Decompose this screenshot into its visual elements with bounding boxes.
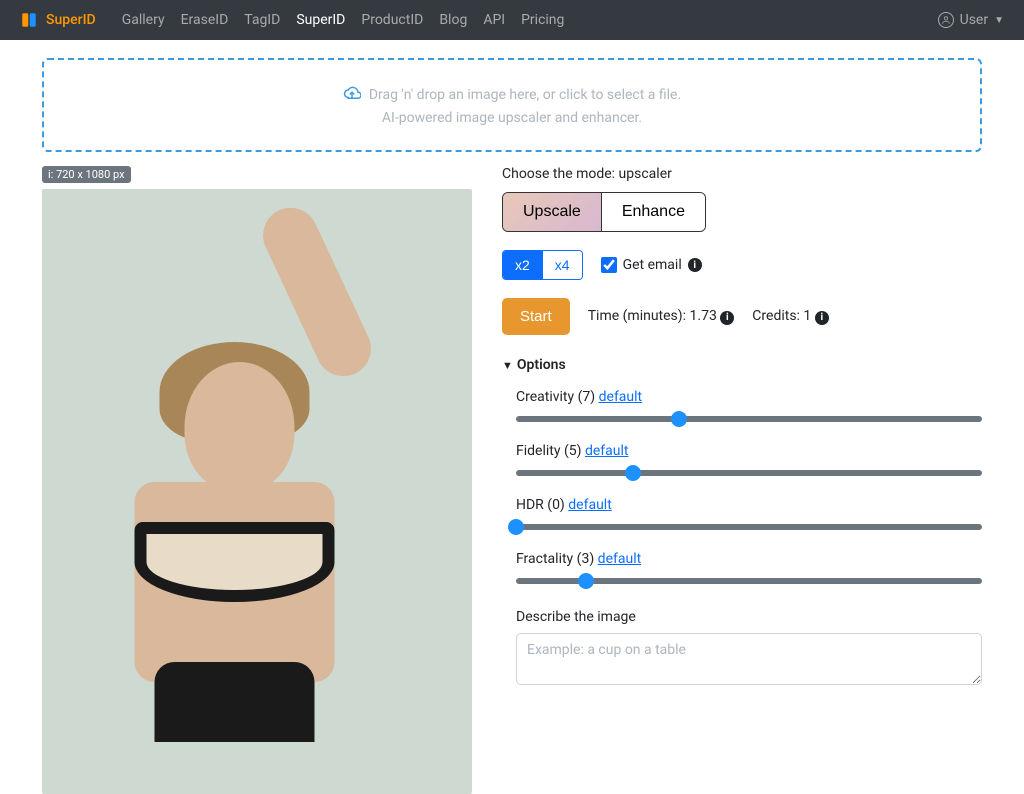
- option-fidelity: Fidelity (5) default: [502, 443, 982, 481]
- credits-info: Credits: 1 i: [752, 308, 828, 325]
- caret-down-icon: ▼: [994, 15, 1004, 26]
- info-icon[interactable]: i: [688, 258, 702, 272]
- option-hdr: HDR (0) default: [502, 497, 982, 535]
- scale-toggle: x2x4: [502, 250, 583, 280]
- fractality-default-link[interactable]: default: [598, 551, 642, 567]
- user-menu[interactable]: User ▼: [938, 12, 1004, 28]
- dropzone[interactable]: Drag 'n' drop an image here, or click to…: [42, 58, 982, 152]
- options-toggle[interactable]: Options: [502, 357, 982, 373]
- image-dimensions-badge: i: 720 x 1080 px: [42, 166, 131, 183]
- start-button[interactable]: Start: [502, 298, 570, 335]
- user-label: User: [960, 12, 988, 28]
- dropzone-text-1: Drag 'n' drop an image here, or click to…: [369, 87, 681, 103]
- nav-link-gallery[interactable]: Gallery: [114, 12, 173, 28]
- navbar: SuperID GalleryEraseIDTagIDSuperIDProduc…: [0, 0, 1024, 40]
- info-icon[interactable]: i: [720, 311, 734, 325]
- nav-link-api[interactable]: API: [475, 12, 513, 28]
- nav-link-tagid[interactable]: TagID: [236, 12, 288, 28]
- fractality-label: Fractality (3) default: [516, 551, 982, 567]
- nav-link-productid[interactable]: ProductID: [353, 12, 431, 28]
- navbar-left: SuperID GalleryEraseIDTagIDSuperIDProduc…: [20, 11, 572, 29]
- image-preview: [42, 189, 472, 794]
- hdr-label: HDR (0) default: [516, 497, 982, 513]
- hdr-slider-thumb[interactable]: [508, 519, 524, 535]
- mode-prompt: Choose the mode: upscaler: [502, 166, 982, 182]
- dropzone-text-2: AI-powered image upscaler and enhancer.: [54, 110, 970, 126]
- fidelity-slider-thumb[interactable]: [625, 465, 641, 481]
- email-label: Get email: [623, 257, 682, 273]
- nav-link-superid[interactable]: SuperID: [288, 12, 353, 28]
- describe-input[interactable]: [516, 633, 982, 685]
- brand-name[interactable]: SuperID: [46, 12, 96, 28]
- nav-link-blog[interactable]: Blog: [431, 12, 475, 28]
- hdr-default-link[interactable]: default: [568, 497, 612, 513]
- creativity-default-link[interactable]: default: [599, 389, 643, 405]
- cloud-upload-icon: [343, 84, 361, 106]
- fidelity-default-link[interactable]: default: [585, 443, 629, 459]
- get-email-checkbox[interactable]: Get email i: [601, 257, 702, 273]
- mode-toggle: UpscaleEnhance: [502, 192, 706, 232]
- fractality-slider-thumb[interactable]: [578, 573, 594, 589]
- describe-label: Describe the image: [502, 609, 982, 625]
- fractality-slider[interactable]: [516, 573, 982, 589]
- fidelity-label: Fidelity (5) default: [516, 443, 982, 459]
- scale-x2-button[interactable]: x2: [503, 251, 542, 279]
- scale-x4-button[interactable]: x4: [542, 251, 582, 279]
- email-checkbox-input[interactable]: [601, 257, 617, 273]
- info-icon[interactable]: i: [815, 311, 829, 325]
- user-icon: [938, 12, 954, 28]
- option-creativity: Creativity (7) default: [502, 389, 982, 427]
- option-fractality: Fractality (3) default: [502, 551, 982, 589]
- mode-upscale-button[interactable]: Upscale: [503, 193, 601, 231]
- brand-logo-icon: [20, 11, 38, 29]
- creativity-slider-thumb[interactable]: [671, 411, 687, 427]
- hdr-slider[interactable]: [516, 519, 982, 535]
- nav-link-eraseid[interactable]: EraseID: [173, 12, 237, 28]
- nav-link-pricing[interactable]: Pricing: [513, 12, 572, 28]
- mode-enhance-button[interactable]: Enhance: [601, 193, 705, 231]
- time-info: Time (minutes): 1.73 i: [588, 308, 735, 325]
- fidelity-slider[interactable]: [516, 465, 982, 481]
- creativity-label: Creativity (7) default: [516, 389, 982, 405]
- creativity-slider[interactable]: [516, 411, 982, 427]
